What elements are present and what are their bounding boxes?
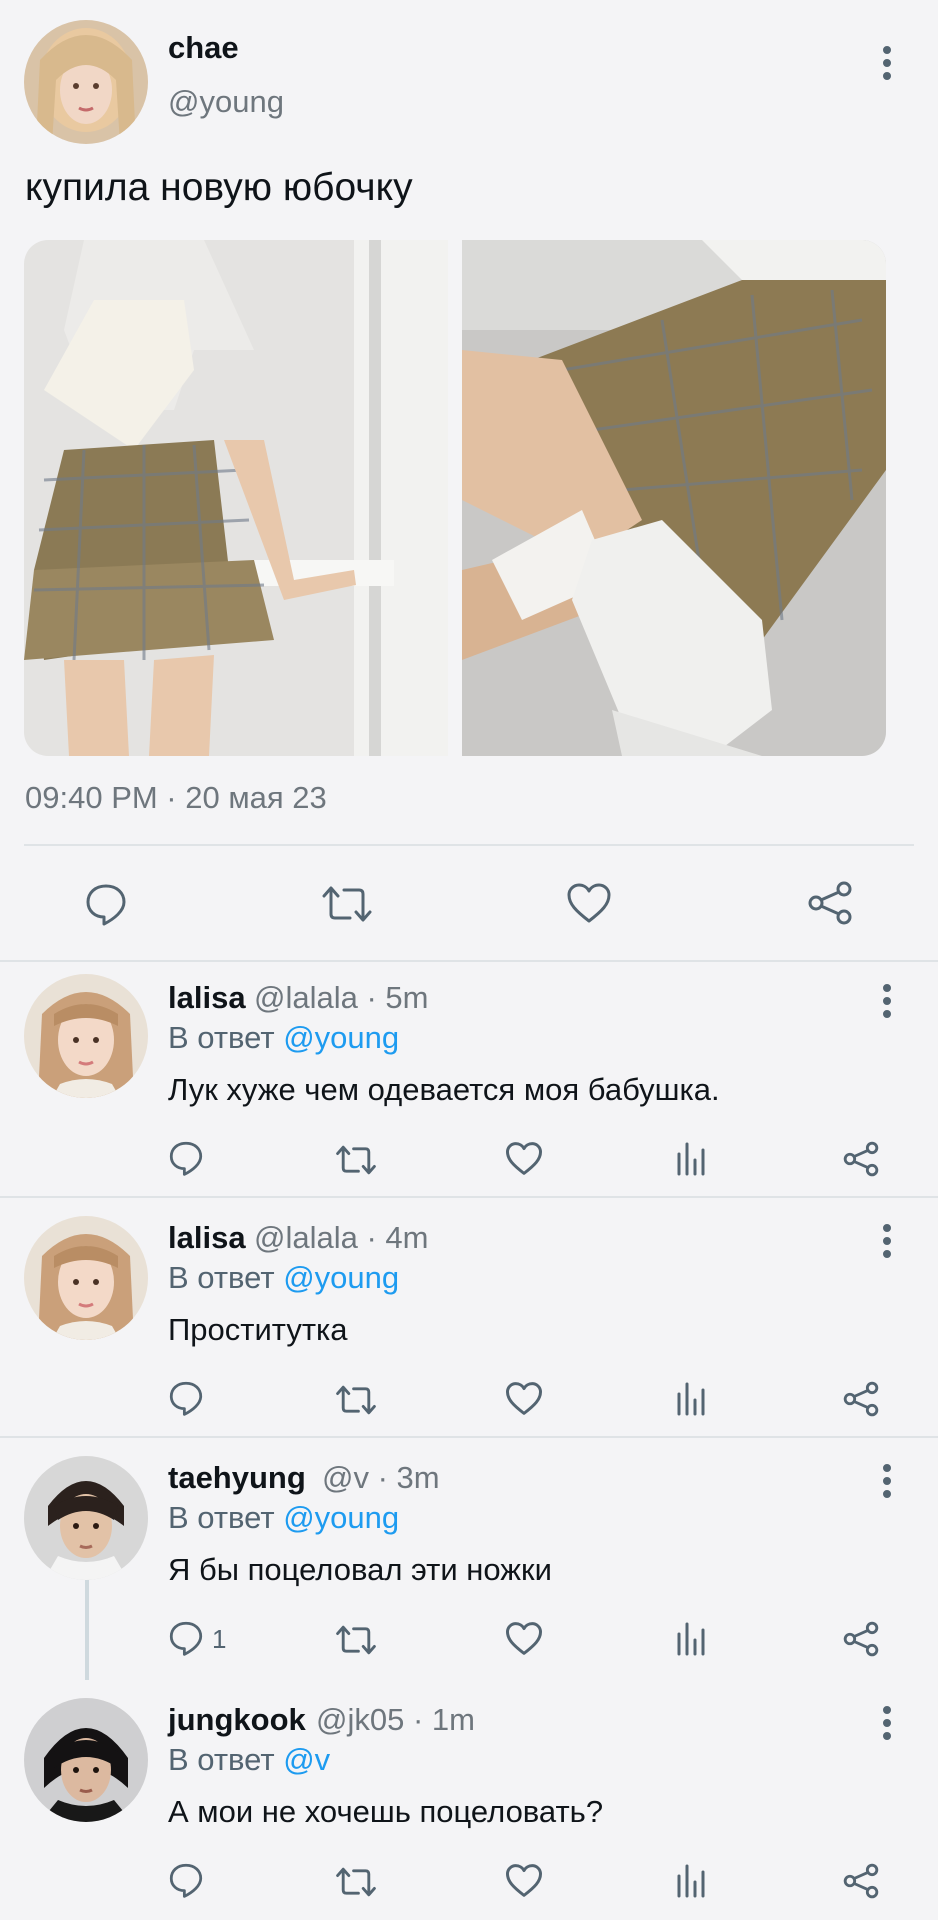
- views-icon[interactable]: [676, 1864, 708, 1898]
- reply-to-line: В ответ @young: [168, 1260, 399, 1296]
- share-icon[interactable]: [842, 1862, 880, 1900]
- like-icon[interactable]: [505, 1381, 543, 1416]
- more-options-icon[interactable]: [883, 1224, 893, 1263]
- divider: [24, 844, 914, 846]
- reply-author-handle[interactable]: @lalala · 4m: [254, 1220, 428, 1256]
- reply-to-mention[interactable]: @young: [283, 1020, 399, 1055]
- reply-to-mention[interactable]: @v: [283, 1742, 330, 1777]
- tweet-photo-1[interactable]: [24, 240, 448, 756]
- reply-avatar[interactable]: [24, 1698, 148, 1822]
- more-options-icon[interactable]: [883, 1464, 893, 1503]
- retweet-icon[interactable]: [334, 1624, 378, 1656]
- reply-to-label: В ответ: [168, 1500, 275, 1535]
- share-icon[interactable]: [842, 1140, 880, 1178]
- reply-author-name[interactable]: jungkook: [168, 1702, 306, 1738]
- reply-count: 1: [212, 1624, 227, 1654]
- reply-text: Лук хуже чем одевается моя бабушка.: [168, 1072, 720, 1107]
- tweet-timestamp: 09:40 PM · 20 мая 23: [25, 780, 327, 815]
- retweet-icon[interactable]: [334, 1866, 378, 1898]
- like-icon[interactable]: [505, 1621, 543, 1656]
- share-icon[interactable]: [806, 880, 854, 926]
- like-icon[interactable]: [505, 1863, 543, 1898]
- like-icon[interactable]: [505, 1141, 543, 1176]
- main-tweet: chae @young купила новую юбочку 09:40 PM…: [0, 0, 938, 960]
- reply-icon[interactable]: [168, 1380, 204, 1416]
- reply-author-handle[interactable]: @jk05 · 1m: [316, 1702, 475, 1738]
- reply-to-label: В ответ: [168, 1742, 275, 1777]
- reply-text: Я бы поцеловал эти ножки: [168, 1552, 552, 1587]
- reply-tweet[interactable]: lalisa @lalala · 4m В ответ @young Прост…: [0, 1198, 938, 1436]
- more-options-icon[interactable]: [883, 1706, 893, 1745]
- share-icon[interactable]: [842, 1620, 880, 1658]
- author-avatar[interactable]: [24, 20, 148, 144]
- author-name[interactable]: chae: [168, 30, 239, 66]
- reply-author-handle[interactable]: @v · 3m: [322, 1460, 440, 1496]
- reply-icon[interactable]: [168, 1140, 204, 1176]
- retweet-icon[interactable]: [334, 1144, 378, 1176]
- share-icon[interactable]: [842, 1380, 880, 1418]
- reply-author-name[interactable]: lalisa: [168, 1220, 246, 1256]
- more-options-icon[interactable]: [883, 46, 893, 85]
- reply-tweet[interactable]: lalisa @lalala · 5m В ответ @young Лук х…: [0, 962, 938, 1196]
- reply-tweet[interactable]: jungkook @jk05 · 1m В ответ @v А мои не …: [0, 1680, 938, 1920]
- reply-to-line: В ответ @v: [168, 1742, 330, 1778]
- views-icon[interactable]: [676, 1622, 708, 1656]
- retweet-icon[interactable]: [334, 1384, 378, 1416]
- reply-to-line: В ответ @young: [168, 1020, 399, 1056]
- tweet-photo-2[interactable]: [462, 240, 886, 756]
- reply-text: Проститутка: [168, 1312, 348, 1347]
- reply-to-label: В ответ: [168, 1020, 275, 1055]
- reply-avatar[interactable]: [24, 1456, 148, 1580]
- reply-icon[interactable]: [168, 1862, 204, 1898]
- tweet-text: купила новую юбочку: [25, 166, 413, 209]
- reply-avatar[interactable]: [24, 1216, 148, 1340]
- reply-tweet[interactable]: taehyung @v · 3m В ответ @young Я бы поц…: [0, 1438, 938, 1680]
- reply-to-mention[interactable]: @young: [283, 1500, 399, 1535]
- retweet-icon[interactable]: [320, 884, 374, 924]
- reply-icon[interactable]: [168, 1620, 204, 1656]
- like-icon[interactable]: [566, 882, 612, 924]
- author-handle[interactable]: @young: [168, 84, 284, 120]
- thread-line: [85, 1580, 89, 1680]
- views-icon[interactable]: [676, 1382, 708, 1416]
- reply-icon[interactable]: [84, 882, 128, 926]
- reply-text: А мои не хочешь поцеловать?: [168, 1794, 604, 1829]
- reply-author-name[interactable]: lalisa: [168, 980, 246, 1016]
- reply-to-label: В ответ: [168, 1260, 275, 1295]
- reply-author-name[interactable]: taehyung: [168, 1460, 306, 1496]
- reply-author-handle[interactable]: @lalala · 5m: [254, 980, 428, 1016]
- more-options-icon[interactable]: [883, 984, 893, 1023]
- views-icon[interactable]: [676, 1142, 708, 1176]
- reply-avatar[interactable]: [24, 974, 148, 1098]
- reply-to-line: В ответ @young: [168, 1500, 399, 1536]
- reply-to-mention[interactable]: @young: [283, 1260, 399, 1295]
